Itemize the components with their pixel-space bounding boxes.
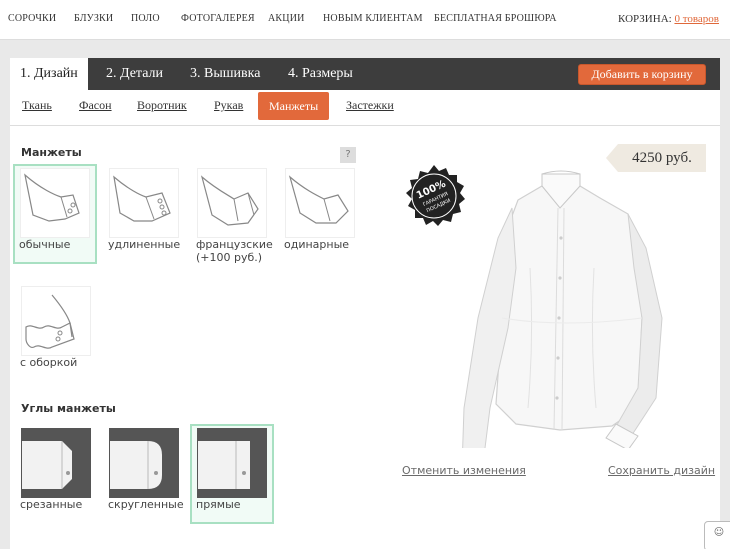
nav-item-polo[interactable]: ПОЛО	[131, 13, 160, 24]
cuff-corner-rounded-icon	[109, 428, 179, 498]
corner-option-rounded[interactable]: скругленные	[104, 426, 188, 520]
tab-embroidery[interactable]: 3. Вышивка	[180, 58, 270, 90]
tab-design[interactable]: 1. Дизайн	[10, 58, 88, 90]
cuff-ruffled-icon	[21, 286, 91, 356]
cuff-option-single[interactable]: одинарные	[280, 166, 364, 262]
cuff-single-icon	[285, 168, 355, 238]
cart-link[interactable]: 0 товаров	[674, 13, 719, 25]
cuff-extended-icon	[109, 168, 179, 238]
cuffs-section-title: Манжеты	[21, 146, 82, 159]
nav-item-promotions[interactable]: АКЦИИ	[268, 13, 305, 24]
top-navigation: СОРОЧКИ БЛУЗКИ ПОЛО ФОТОГАЛЕРЕЯ АКЦИИ НО…	[0, 0, 730, 40]
cuff-corner-straight-icon	[197, 428, 267, 498]
help-icon[interactable]: ?	[340, 147, 356, 163]
shirt-preview-image	[442, 168, 680, 477]
cuff-option-french[interactable]: французские (+100 руб.)	[192, 166, 276, 276]
subtab-cuffs[interactable]: Манжеты	[258, 92, 330, 120]
step-tabs: 1. Дизайн 2. Детали 3. Вышивка 4. Размер…	[10, 58, 720, 90]
nav-item-new-clients[interactable]: НОВЫМ КЛИЕНТАМ	[323, 13, 423, 24]
subtab-collar[interactable]: Воротник	[137, 98, 187, 113]
cuff-option-label: французские (+100 руб.)	[196, 238, 273, 264]
corner-option-label: срезанные	[20, 498, 83, 511]
subtab-fasteners[interactable]: Застежки	[346, 98, 394, 113]
cuff-option-extended[interactable]: удлиненные	[104, 166, 188, 262]
cuff-option-regular[interactable]: обычные	[13, 164, 97, 264]
cart-label: КОРЗИНА:	[618, 13, 672, 25]
cuff-option-label: обычные	[19, 238, 71, 251]
nav-item-photogallery[interactable]: ФОТОГАЛЕРЕЯ	[181, 13, 255, 24]
help-widget-icon[interactable]: ☺	[704, 521, 730, 549]
tab-details[interactable]: 2. Детали	[96, 58, 173, 90]
cuff-option-label: с оборкой	[20, 356, 78, 369]
save-design-link[interactable]: Сохранить дизайн	[608, 464, 715, 477]
cuff-option-label: одинарные	[284, 238, 350, 251]
tab-sizes[interactable]: 4. Размеры	[278, 58, 363, 90]
nav-item-free-brochure[interactable]: БЕСПЛАТНАЯ БРОШЮРА	[434, 13, 557, 24]
add-to-cart-button[interactable]: Добавить в корзину	[578, 64, 706, 85]
design-subtabs: Ткань Фасон Воротник Рукав Манжеты Засте…	[10, 90, 720, 126]
cuff-regular-icon	[20, 168, 90, 238]
corner-option-cut[interactable]: срезанные	[16, 426, 100, 520]
corner-option-label: скругленные	[108, 498, 184, 511]
designer-panel: 1. Дизайн 2. Детали 3. Вышивка 4. Размер…	[10, 58, 720, 549]
cuff-option-ruffled[interactable]: с оборкой	[16, 284, 100, 380]
corner-option-straight[interactable]: прямые	[190, 424, 274, 524]
cart-summary: КОРЗИНА: 0 товаров	[618, 13, 719, 25]
cuff-corner-cut-icon	[21, 428, 91, 498]
subtab-sleeve[interactable]: Рукав	[214, 98, 243, 113]
cancel-changes-link[interactable]: Отменить изменения	[402, 464, 526, 477]
cuff-french-icon	[197, 168, 267, 238]
corners-section-title: Углы манжеты	[21, 402, 116, 415]
cuff-option-label: удлиненные	[108, 238, 181, 251]
corner-option-label: прямые	[196, 498, 241, 511]
subtab-fabric[interactable]: Ткань	[22, 98, 52, 113]
nav-item-blouses[interactable]: БЛУЗКИ	[74, 13, 113, 24]
nav-item-shirts[interactable]: СОРОЧКИ	[8, 13, 56, 24]
subtab-cut[interactable]: Фасон	[79, 98, 112, 113]
